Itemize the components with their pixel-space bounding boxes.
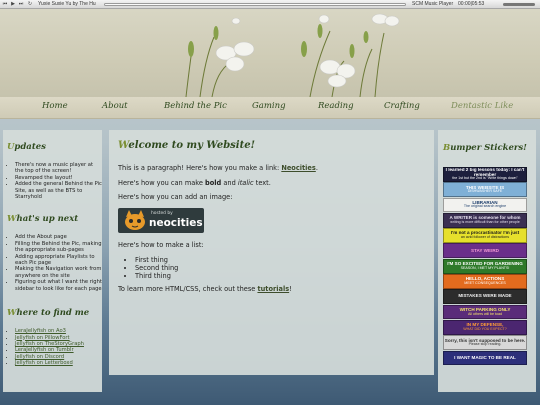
paragraph-link: This is a paragraph! Here's how you make…: [118, 164, 318, 172]
list-item: There's now a music player at the top of…: [15, 162, 102, 175]
sticker-line-2: DISHWASHER SAFE: [467, 189, 503, 194]
paragraph-formatting: Here's how you can make bold and italic …: [118, 179, 271, 187]
link-storygraph[interactable]: Jellyfish on TheStoryGraph: [15, 341, 84, 347]
neocities-link[interactable]: Neocities: [281, 164, 316, 172]
bumper-sticker: IN MY DEFENSE, WHAT DID YOU EXPECT?: [443, 319, 527, 335]
whats-up-next-list: Add the About page Filling the Behind th…: [15, 234, 102, 292]
next-icon[interactable]: ⏭: [18, 1, 24, 7]
neocities-cat-icon: [125, 210, 145, 230]
nav-dentastic-like[interactable]: Dentastic Like: [451, 101, 513, 111]
paragraph-tutorials: To learn more HTML/CSS, check out these …: [118, 285, 292, 293]
bumper-sticker: LIBRARIAN The original search engine: [443, 197, 527, 213]
volume-slider[interactable]: [503, 3, 535, 6]
music-player: ⏮ ▶ ⏭ ↻ Yuxie Suxie Yu by The Hu SCM Mus…: [0, 0, 540, 9]
sticker-line-2: MEET CONSEQUENCES: [464, 280, 506, 285]
sticker-line-2: All others will be toad: [468, 311, 502, 316]
bumper-sticker: STAY WEIRD: [443, 243, 527, 259]
right-sidebar: Bumper Stickers! I learned 2 big lessons…: [438, 130, 536, 392]
player-name: SCM Music Player: [412, 1, 454, 7]
list-item: Figuring out what I want the right sideb…: [15, 279, 102, 292]
sticker-line-1: MISTAKES WERE MADE: [458, 293, 512, 299]
sticker-line-2: an avid follower of distractions: [460, 235, 510, 240]
bumper-stickers-heading: Bumper Stickers!: [443, 143, 527, 153]
flower-illustration: [185, 13, 400, 97]
bumper-sticker: A WRITER is someone for whom writing is m…: [443, 212, 527, 228]
example-list: First thing Second thing Third thing: [135, 256, 178, 281]
link-discord[interactable]: Jellyfish on Discord: [15, 354, 64, 360]
paragraph-image: Here's how you can add an image:: [118, 193, 233, 201]
left-sidebar: Updates There's now a music player at th…: [3, 130, 102, 392]
nav-home[interactable]: Home: [42, 101, 68, 111]
header-banner: [0, 9, 540, 97]
paragraph-list: Here's how to make a list:: [118, 241, 204, 249]
updates-list: There's now a music player at the top of…: [15, 162, 102, 200]
list-item: First thing: [135, 256, 178, 264]
nav-about[interactable]: About: [102, 101, 128, 111]
list-item: Added the general Behind the Pic Site, a…: [15, 181, 102, 200]
nav-crafting[interactable]: Crafting: [384, 101, 420, 111]
bumper-sticker: I'm not a procrastinator I'm just an avid…: [443, 228, 527, 243]
link-pillowfort[interactable]: Jellyfish on PillowFort: [15, 335, 70, 341]
sticker-line-2: WHAT DID YOU EXPECT?: [463, 326, 507, 331]
nav-behind-the-pic[interactable]: Behind the Pic: [164, 101, 227, 111]
sticker-line-2: SEASON, I MET MY PLANTS!: [460, 265, 510, 270]
link-letterboxd[interactable]: Jellyfish on Letterboxd: [15, 360, 73, 366]
sticker-line-1: I WANT MAGIC TO BE REAL: [454, 354, 516, 360]
list-item: Second thing: [135, 264, 178, 272]
link-tumblr[interactable]: LeraJellyfish on Tumblr: [15, 347, 74, 353]
sticker-line-2: the 1st but the 2nd is "Write things dow…: [452, 176, 518, 181]
list-item: Adding appropriate Playlists to each Pic…: [15, 254, 102, 267]
sticker-line-2: The original search engine: [463, 204, 507, 209]
updates-heading: Updates: [7, 142, 46, 152]
sticker-line-2: writing is more difficult than for other…: [450, 219, 520, 224]
list-item: Third thing: [135, 272, 178, 280]
social-links: LeraJellyfish on Ao3 Jellyfish on Pillow…: [15, 328, 102, 366]
bumper-sticker: I learned 2 big lessons today: I can't r…: [443, 167, 527, 182]
player-time: 00:00|05:53: [458, 1, 485, 7]
nav-gaming[interactable]: Gaming: [252, 101, 286, 111]
whats-up-next-heading: What's up next: [7, 214, 79, 225]
seek-bar[interactable]: [104, 3, 406, 6]
page-title: Welcome to my Website!: [118, 140, 255, 151]
play-icon[interactable]: ▶: [10, 1, 16, 7]
bumper-sticker: I WANT MAGIC TO BE REAL: [443, 350, 527, 366]
bumper-sticker: THIS WEBSITE IS DISHWASHER SAFE: [443, 182, 527, 198]
bumper-sticker: HELLO, ACTIONS MEET CONSEQUENCES: [443, 274, 527, 289]
bumper-sticker: MISTAKES WERE MADE: [443, 289, 527, 305]
list-item: Filling the Behind the Pic, making the a…: [15, 241, 102, 254]
sticker-list: I learned 2 big lessons today: I can't r…: [443, 167, 527, 366]
tutorials-link[interactable]: tutorials: [257, 285, 289, 293]
link-ao3[interactable]: LeraJellyfish on Ao3: [15, 328, 66, 334]
repeat-icon[interactable]: ↻: [27, 1, 33, 7]
neocities-badge[interactable]: hosted by neocities: [118, 208, 204, 233]
main-content: Welcome to my Website! This is a paragra…: [109, 130, 434, 375]
track-title: Yuxie Suxie Yu by The Hu: [38, 1, 96, 7]
bumper-sticker: Sorry, this isn't supposed to be here. Pl…: [443, 335, 527, 351]
sticker-line-2: Please stop reading.: [468, 342, 502, 347]
prev-icon[interactable]: ⏮: [2, 1, 8, 7]
main-nav: Home About Behind the Pic Gaming Reading…: [0, 97, 540, 119]
sticker-line-1: STAY WEIRD: [471, 247, 499, 253]
bumper-sticker: I'M SO EXCITED FOR GARDENING SEASON, I ME…: [443, 258, 527, 274]
bumper-sticker: WITCH PARKING ONLY All others will be toa…: [443, 304, 527, 320]
nav-reading[interactable]: Reading: [318, 101, 354, 111]
where-to-find-me-heading: Where to find me: [7, 308, 90, 319]
list-item: Making the Navigation work from anywhere…: [15, 266, 102, 279]
